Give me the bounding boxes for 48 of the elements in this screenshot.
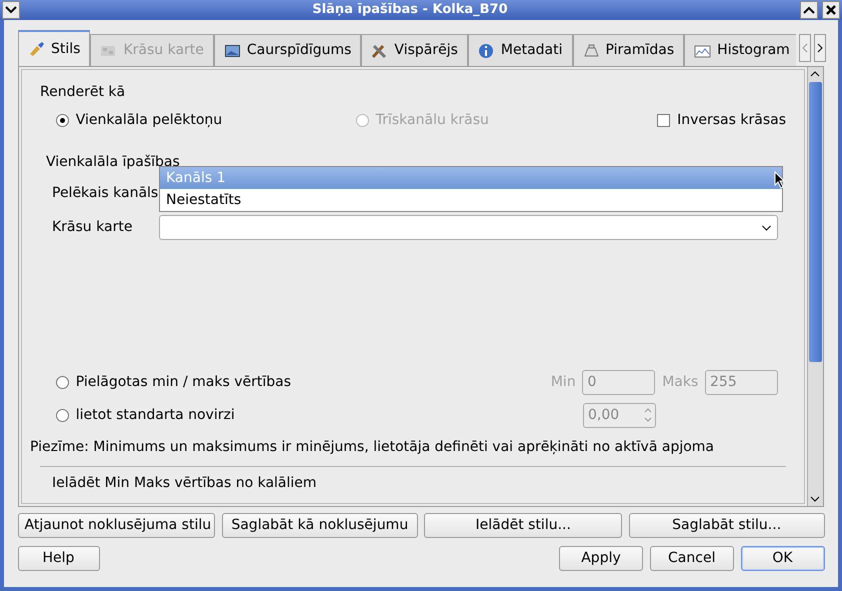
radio-button[interactable] <box>56 376 69 389</box>
field-label: Pelēkais kanāls <box>52 184 159 204</box>
option-label: Inversas krāsas <box>677 111 786 130</box>
help-button[interactable]: Help <box>18 546 100 571</box>
dropdown-item[interactable]: Neiestatīts <box>160 189 782 211</box>
tab[interactable]: Caurspīdīgums <box>214 34 362 66</box>
tab[interactable]: Vispārējs <box>361 34 468 66</box>
scroll-right-button[interactable] <box>814 34 826 62</box>
close-icon[interactable] <box>822 1 840 19</box>
group-label: Renderēt kā <box>40 83 126 102</box>
tab[interactable]: Metadati <box>468 34 573 66</box>
caret-icon <box>762 225 771 232</box>
tab-icon <box>582 42 600 58</box>
style-button[interactable]: Saglabāt stilu... <box>628 513 824 538</box>
dialog-button[interactable]: Cancel <box>650 546 734 571</box>
tab-icon <box>28 41 45 57</box>
field-label: Maks <box>662 372 698 392</box>
option-label: Trīskanālu krāsu <box>376 111 489 130</box>
tab-icon <box>371 42 388 58</box>
field-label: Min <box>550 372 576 392</box>
option-label: lietot standarta novirzi <box>76 406 235 425</box>
tab[interactable]: Stils <box>18 30 90 66</box>
tab[interactable]: Piramīdas <box>572 34 684 66</box>
radio-button[interactable] <box>56 408 69 422</box>
dialog-button[interactable]: OK <box>740 546 824 571</box>
chevron-left-icon <box>802 43 808 53</box>
field-label: Krāsu karte <box>52 218 134 238</box>
maximize-icon[interactable] <box>800 1 818 19</box>
chevron-right-icon <box>817 43 823 53</box>
style-button[interactable]: Atjaunot noklusējuma stilu <box>18 513 216 538</box>
tab[interactable]: Histogram <box>684 34 796 66</box>
scrollbar[interactable] <box>807 67 823 506</box>
checkbox[interactable] <box>657 114 670 128</box>
dialog-button[interactable]: Apply <box>559 546 643 571</box>
tab-icon <box>224 42 241 58</box>
section-label: Ielādēt Min Maks vērtības no kalāliem <box>52 474 318 493</box>
option-label: Pielāgotas min / maks vērtības <box>76 372 291 392</box>
window-title: Slāņa īpašības - Kolka_B70 <box>311 1 509 20</box>
note-text: Piezīme: Minimums un maksimums ir minējums, lietotāja definēti vai aprēķināti no aktīvā apjoma <box>30 438 716 457</box>
tab-icon <box>694 42 712 58</box>
radio-button[interactable] <box>56 114 69 128</box>
style-button[interactable]: Ielādēt stilu... <box>424 513 622 538</box>
scrollbar-thumb[interactable] <box>809 82 822 362</box>
menu-icon[interactable] <box>2 1 20 19</box>
style-button[interactable]: Saglabāt kā noklusējumu <box>222 513 418 538</box>
dropdown[interactable] <box>159 215 778 240</box>
tab-icon <box>478 42 495 58</box>
option-label: Vienkalāla pelēktoņu <box>76 111 222 130</box>
